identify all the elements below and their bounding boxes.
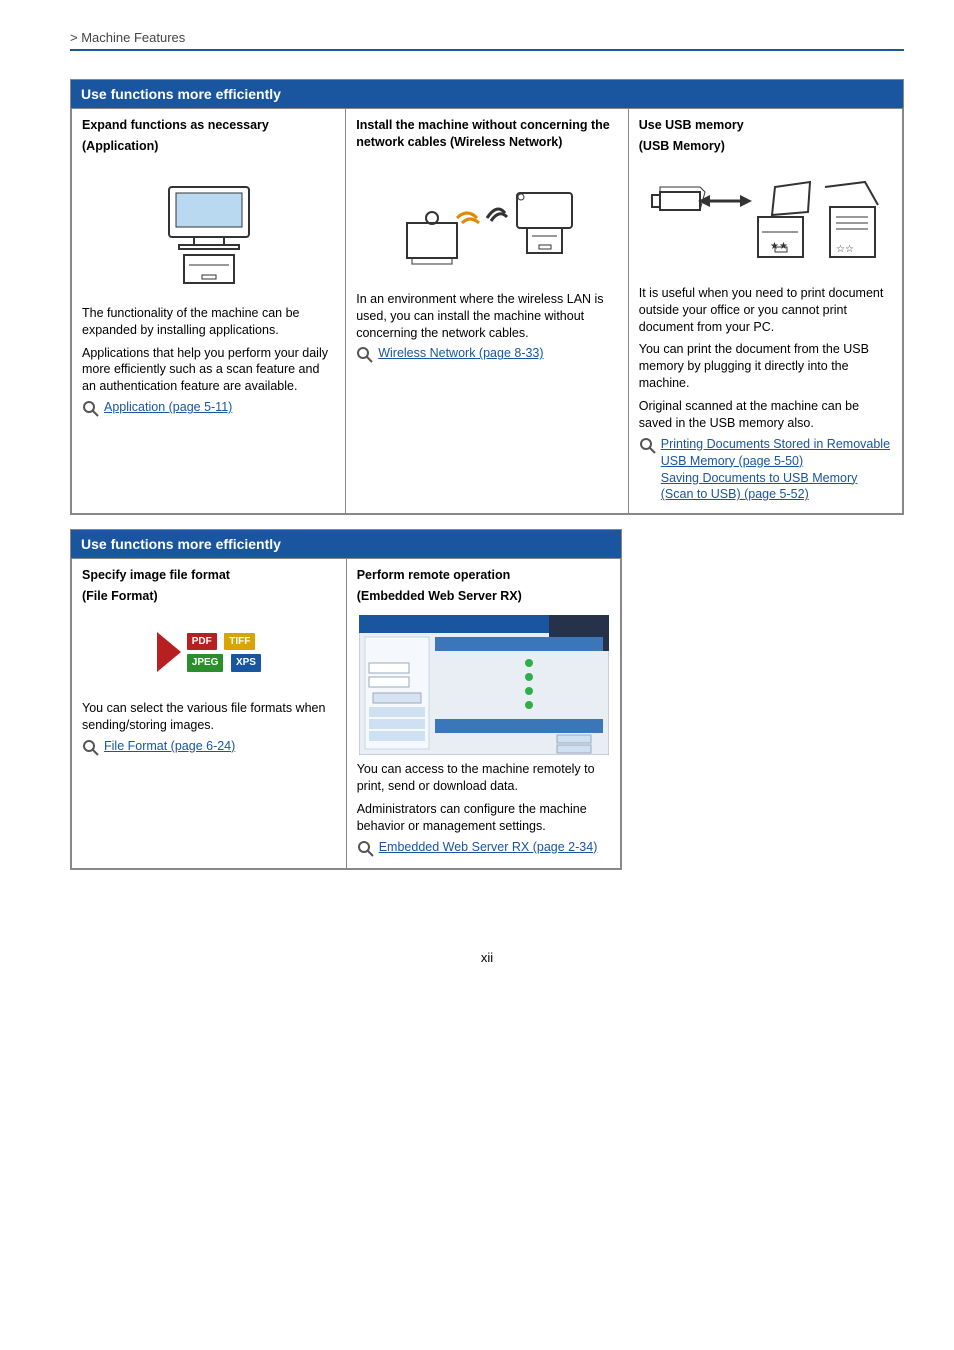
svg-text:★★: ★★ — [770, 241, 788, 252]
box2-c2-para2: Administrators can configure the machine… — [357, 801, 611, 835]
magnifier-icon — [357, 840, 375, 858]
box1-grid: Expand functions as necessary (Applicati… — [71, 108, 903, 514]
application-link[interactable]: Application (page 5-11) — [104, 400, 232, 414]
play-icon — [155, 627, 185, 677]
magnifier-icon — [82, 400, 100, 418]
box2-c2-head2: (Embedded Web Server RX) — [357, 588, 611, 605]
magnifier-icon — [356, 346, 374, 364]
box1-title: Use functions more efficiently — [71, 80, 903, 108]
usb-print-link[interactable]: Printing Documents Stored in Removable U… — [661, 437, 890, 468]
usb-save-link[interactable]: Saving Documents to USB Memory (Scan to … — [661, 471, 858, 502]
xps-badge: XPS — [231, 654, 261, 672]
feature-box-2: Use functions more efficiently Specify i… — [70, 529, 622, 869]
box1-c2-para1: In an environment where the wireless LAN… — [356, 291, 618, 342]
svg-text:☆☆: ☆☆ — [836, 244, 854, 255]
fileformat-link[interactable]: File Format (page 6-24) — [104, 739, 235, 753]
box2-c2-head1: Perform remote operation — [357, 567, 611, 584]
tiff-badge: TIFF — [224, 633, 255, 651]
box2-c1-head2: (File Format) — [82, 588, 336, 605]
box2-grid: Specify image file format (File Format) … — [71, 558, 621, 868]
feature-box-1: Use functions more efficiently Expand fu… — [70, 79, 904, 515]
fileformat-illustration: PDF TIFF JPEG XPS — [82, 609, 336, 700]
box2-c2-para1: You can access to the machine remotely t… — [357, 761, 611, 795]
box1-c1-head1: Expand functions as necessary — [82, 117, 335, 134]
wireless-link[interactable]: Wireless Network (page 8-33) — [378, 346, 543, 360]
wireless-illustration — [356, 155, 618, 291]
box1-c3-head2: (USB Memory) — [639, 138, 892, 155]
box1-c3-head1: Use USB memory — [639, 117, 892, 134]
magnifier-icon — [82, 739, 100, 757]
page-number: xii — [70, 950, 904, 965]
box1-c3-para3: Original scanned at the machine can be s… — [639, 398, 892, 432]
box2-title: Use functions more efficiently — [71, 530, 621, 558]
box1-c3-para1: It is useful when you need to print docu… — [639, 285, 892, 336]
webserver-illustration — [357, 609, 611, 761]
header-rule — [70, 49, 904, 51]
header-breadcrumb: > Machine Features — [70, 30, 904, 49]
usb-illustration: ★★ ☆☆ — [639, 159, 892, 285]
pdf-badge: PDF — [187, 633, 217, 651]
box1-c2-head1: Install the machine without concerning t… — [356, 117, 618, 151]
webserver-link[interactable]: Embedded Web Server RX (page 2-34) — [379, 840, 598, 854]
box1-c1-para2: Applications that help you perform your … — [82, 345, 335, 396]
box1-c1-para1: The functionality of the machine can be … — [82, 305, 335, 339]
application-illustration — [82, 159, 335, 305]
box2-c1-para1: You can select the various file formats … — [82, 700, 336, 734]
jpeg-badge: JPEG — [187, 654, 224, 672]
box1-c1-head2: (Application) — [82, 138, 335, 155]
box2-c1-head1: Specify image file format — [82, 567, 336, 584]
box1-c3-para2: You can print the document from the USB … — [639, 341, 892, 392]
magnifier-icon — [639, 437, 657, 455]
